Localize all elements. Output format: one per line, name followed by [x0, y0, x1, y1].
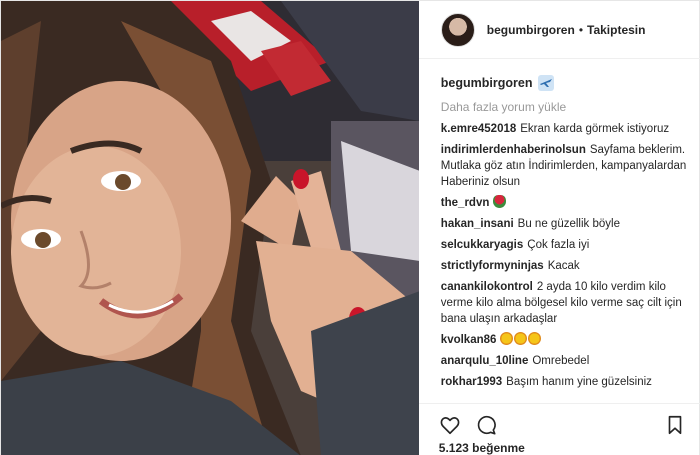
comment-text: Çok fazla iyi: [527, 239, 590, 251]
comment-username[interactable]: selcukkaryagis: [441, 239, 523, 251]
comment-item: the_rdvn: [441, 195, 691, 211]
caption: begumbirgoren: [441, 71, 691, 95]
comment-item: hakan_insani Bu ne güzellik böyle: [441, 216, 691, 232]
comment-username[interactable]: strictlyformyninjas: [441, 260, 544, 272]
comment-username[interactable]: hakan_insani: [441, 218, 514, 230]
star-eyes-emoji-icon: [514, 332, 528, 345]
instagram-post: begumbirgoren • Takiptesin begumbirgoren…: [0, 0, 700, 455]
heart-icon[interactable]: [439, 414, 461, 436]
avatar[interactable]: [440, 12, 475, 47]
load-more-comments-link[interactable]: Daha fazla yorum yükle: [441, 100, 691, 114]
airplane-emoji-icon: [538, 75, 555, 91]
selfie-photo-illustration: [1, 1, 419, 455]
post-actions-bar: [418, 403, 700, 437]
comment-text: Ekran karda görmek istiyoruz: [520, 123, 670, 135]
comment-item: indirimlerdenhaberinolsun Sayfama bekleri…: [441, 142, 691, 190]
header-separator: •: [578, 22, 584, 37]
comment-text: Başım hanım yine güzelsiniz: [506, 376, 652, 388]
comment-item: anarqulu_10line Omrebedel: [441, 353, 691, 369]
comment-username[interactable]: the_rdvn: [441, 197, 490, 209]
comment-item: strictlyformyninjas Kacak: [441, 258, 691, 274]
post-header: begumbirgoren • Takiptesin: [418, 1, 700, 59]
comment-text: Omrebedel: [532, 355, 590, 367]
comment-username[interactable]: kvolkan86: [441, 334, 497, 346]
comments-list[interactable]: begumbirgoren Daha fazla yorum yükle k.e…: [441, 71, 691, 399]
comment-item: rokhar1993 Başım hanım yine güzelsiniz: [441, 374, 691, 390]
follow-status[interactable]: Takiptesin: [587, 23, 645, 37]
comment-username[interactable]: rokhar1993: [441, 376, 502, 388]
comment-item: canankilokontrol 2 ayda 10 kilo verdim ki…: [441, 279, 691, 327]
comment-item: selcukkaryagis Çok fazla iyi: [441, 237, 691, 253]
likes-count[interactable]: 5.123 beğenme: [439, 441, 525, 455]
star-eyes-emoji-icon: [528, 332, 542, 345]
comment-username[interactable]: k.emre452018: [441, 123, 516, 135]
comment-item: kvolkan86: [441, 332, 691, 348]
post-side-panel: begumbirgoren • Takiptesin begumbirgoren…: [418, 1, 700, 455]
post-photo[interactable]: [1, 1, 419, 455]
bookmark-icon[interactable]: [664, 414, 686, 436]
star-eyes-emoji-icon: [500, 332, 514, 345]
caption-username[interactable]: begumbirgoren: [441, 76, 533, 90]
comment-username[interactable]: anarqulu_10line: [441, 355, 529, 367]
comment-username[interactable]: canankilokontrol: [441, 281, 533, 293]
rose-emoji-icon: [493, 195, 507, 208]
comment-text: Bu ne güzellik böyle: [517, 218, 620, 230]
header-username[interactable]: begumbirgoren: [487, 23, 575, 37]
comment-text: Kacak: [547, 260, 580, 272]
comment-username[interactable]: indirimlerdenhaberinolsun: [441, 144, 586, 156]
comment-item: k.emre452018 Ekran karda görmek istiyoruz: [441, 121, 691, 137]
comment-icon[interactable]: [475, 414, 497, 436]
